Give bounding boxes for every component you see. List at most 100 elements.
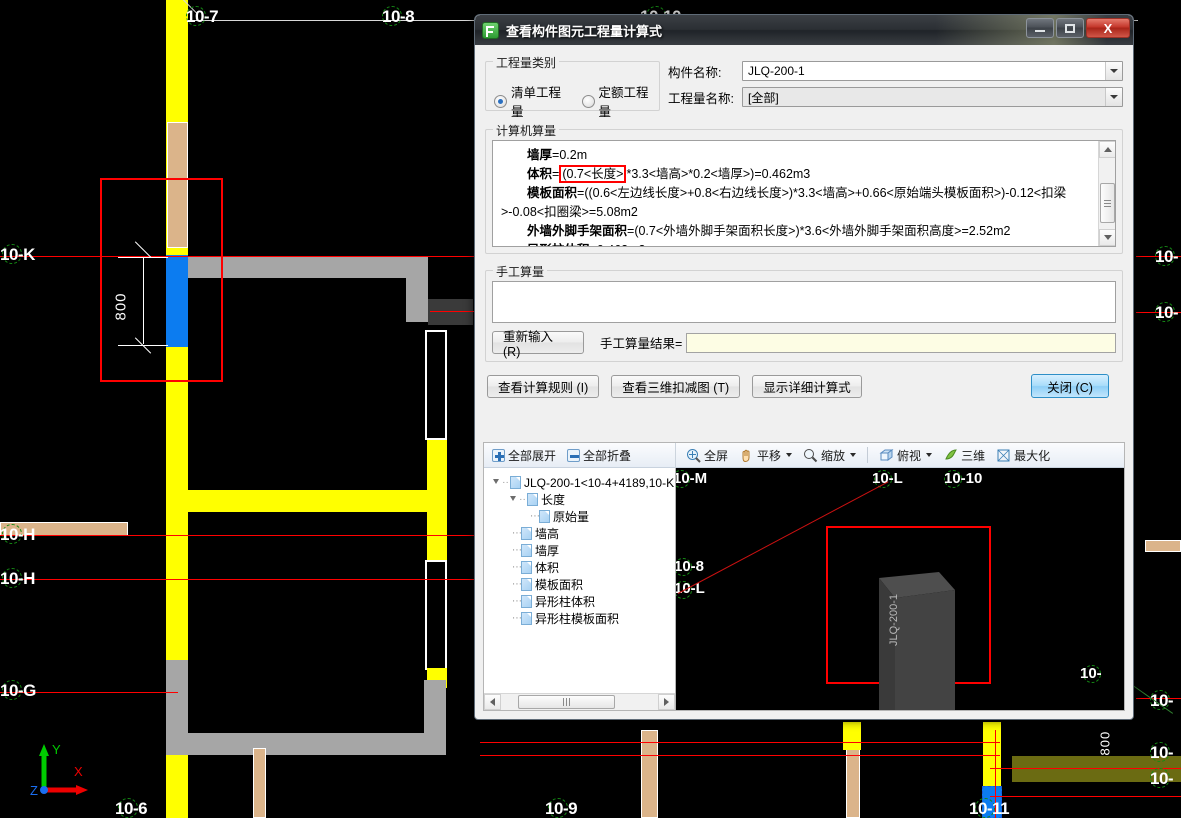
wall-segment (424, 680, 446, 755)
radio-indicator-quota[interactable] (581, 94, 595, 108)
component-name-value: JLQ-200-1 (748, 64, 805, 78)
manual-calculation-group: 手工算量 重新输入 (R) 手工算量结果= (485, 263, 1123, 362)
screen: 800 10-7 10-8 10-10 10-K 10-H 10-H 10-G … (0, 0, 1181, 818)
axis-label: 10-11 (969, 799, 1010, 818)
show-detail-formula-button[interactable]: 显示详细计算式 (752, 374, 862, 398)
tree-node-special-column-formwork[interactable]: ⋯ 异形柱模板面积 (490, 610, 675, 627)
wall-segment (166, 755, 188, 818)
reinput-button[interactable]: 重新输入 (R) (492, 330, 584, 359)
three-d-button[interactable]: 三维 (940, 446, 988, 465)
fullscreen-label: 全屏 (704, 448, 729, 463)
tree-node-label: 异形柱体积 (535, 595, 596, 609)
model-component-label: JLQ-200-1 (888, 594, 900, 646)
scroll-down-icon[interactable] (1099, 229, 1115, 246)
opening-segment (846, 738, 860, 818)
top-view-label: 俯视 (897, 448, 922, 463)
tree-node-label: 长度 (541, 493, 566, 507)
scrollbar-track[interactable] (501, 694, 658, 710)
tree-node-volume[interactable]: ⋯ 体积 (490, 559, 675, 576)
tree-node-original[interactable]: ⋯ 原始量 (490, 508, 675, 525)
formula-line-name: 体积 (527, 167, 553, 181)
dimension-text: 800 (1097, 730, 1113, 756)
tree-node-wall-thickness[interactable]: ⋯ 墙厚 (490, 542, 675, 559)
quantity-formula-dialog: 查看构件图元工程量计算式 X 工程量类别 清单工程量 定额工程量 构件名称: J… (474, 14, 1134, 720)
top-view-cube-icon (879, 448, 894, 463)
chevron-down-icon[interactable] (1105, 88, 1122, 106)
tree-node-special-column-volume[interactable]: ⋯ 异形柱体积 (490, 593, 675, 610)
chevron-down-icon[interactable] (1105, 62, 1122, 80)
formula-line-name: 墙厚 (527, 148, 553, 162)
expand-toggle-icon[interactable] (507, 494, 518, 505)
chevron-down-icon[interactable] (786, 453, 793, 457)
scroll-up-icon[interactable] (1099, 141, 1115, 158)
manual-result-input[interactable] (686, 332, 1116, 353)
formula-line-tail: *3.3<墙高>*0.2<墙厚>)=0.462m3 (626, 167, 811, 181)
minimize-button[interactable] (1026, 18, 1054, 38)
preview-panel: 全部展开 全部折叠 全屏 平移 缩放 俯视 三维 最大化 ·· JLQ-200-… (483, 442, 1125, 711)
scrollbar-thumb[interactable] (1100, 183, 1115, 223)
top-view-button[interactable]: 俯视 (876, 446, 935, 465)
manual-calc-row: 重新输入 (R) 手工算量结果= (492, 330, 1116, 359)
view-3d-deduction-button[interactable]: 查看三维扣减图 (T) (611, 374, 741, 398)
wall-segment (843, 722, 861, 750)
axis-line (0, 256, 478, 257)
tree-node-label: 异形柱模板面积 (535, 612, 620, 626)
axis-line (0, 579, 478, 580)
axis-label: 10-H (0, 569, 35, 588)
expand-all-button[interactable]: 全部展开 (489, 446, 559, 465)
radio-indicator-bill[interactable] (494, 94, 507, 108)
tree-node-label: 墙高 (535, 527, 560, 541)
radio-label-bill: 清单工程量 (511, 86, 562, 119)
formula-line-name: 模板面积 (527, 186, 578, 200)
component-name-combo[interactable]: JLQ-200-1 (742, 61, 1123, 81)
quantity-name-field-row: 工程量名称: [全部] (668, 87, 1123, 107)
scroll-right-icon[interactable] (658, 694, 675, 710)
three-d-view[interactable]: 10-M 10-L 10-10 10-8 10-L 10- JLQ-200-1 (676, 468, 1124, 710)
collapse-all-button[interactable]: 全部折叠 (564, 446, 634, 465)
plus-icon (492, 448, 505, 462)
zoom-button[interactable]: 缩放 (800, 446, 859, 465)
maximize-button[interactable] (1056, 18, 1084, 38)
formula-line: 外墙外脚手架面积=(0.7<外墙外脚手架面积长度>)*3.6<外墙外脚手架面积高… (501, 222, 1095, 241)
close-button[interactable]: X (1086, 18, 1130, 38)
view-axis-label: 10-8 (676, 558, 705, 575)
scrollbar-thumb[interactable] (518, 695, 615, 709)
tree-node-formwork-area[interactable]: ⋯ 模板面积 (490, 576, 675, 593)
file-icon (521, 595, 532, 608)
chevron-down-icon[interactable] (850, 453, 857, 457)
svg-text:Y: Y (52, 742, 61, 757)
opening-segment (641, 730, 658, 818)
pan-button[interactable]: 平移 (736, 446, 795, 465)
dialog-title: 查看构件图元工程量计算式 (506, 23, 663, 39)
formula-line-highlighted: 体积= (0.7<长度> *3.3<墙高>*0.2<墙厚>)=0.462m3 (501, 165, 1095, 184)
dialog-title-bar[interactable]: 查看构件图元工程量计算式 X (475, 15, 1133, 45)
manual-calc-textarea[interactable] (492, 281, 1116, 323)
formula-line-value: =((0.6<左边线长度>+0.8<右边线长度>)*3.3<墙高>+0.66<原… (501, 186, 1067, 219)
wall-segment (425, 330, 447, 440)
expand-toggle-icon[interactable] (490, 477, 501, 488)
axis-line (480, 742, 1000, 743)
axis-label: 10-H (0, 525, 35, 544)
close-dialog-button[interactable]: 关闭 (C) (1031, 374, 1109, 398)
tree-node-root[interactable]: ·· JLQ-200-1<10-4+4189,10-K (490, 474, 675, 491)
quantity-tree-pane[interactable]: ·· JLQ-200-1<10-4+4189,10-K ·· 长度 ⋯ 原始量 … (484, 468, 676, 710)
chevron-down-icon[interactable] (926, 453, 933, 457)
fullscreen-icon (686, 448, 701, 463)
tree-node-length[interactable]: ·· 长度 (490, 491, 675, 508)
quantity-category-legend: 工程量类别 (493, 54, 560, 71)
tree-node-wall-height[interactable]: ⋯ 墙高 (490, 525, 675, 542)
tree-horizontal-scrollbar[interactable] (484, 693, 675, 710)
axis-label: 10- (1155, 303, 1179, 322)
formula-textbox[interactable]: 墙厚=0.2m 体积= (0.7<长度> *3.3<墙高>*0.2<墙厚>)=0.4… (492, 140, 1116, 247)
quantity-name-combo[interactable]: [全部] (742, 87, 1123, 107)
radio-option-quota[interactable]: 定额工程量 (581, 82, 660, 120)
fullscreen-button[interactable]: 全屏 (683, 446, 731, 465)
file-icon (539, 510, 550, 523)
scroll-left-icon[interactable] (484, 694, 501, 710)
formula-vertical-scrollbar[interactable] (1098, 141, 1115, 246)
radio-option-bill[interactable]: 清单工程量 (494, 82, 572, 120)
svg-text:Z: Z (30, 783, 38, 798)
view-rules-button[interactable]: 查看计算规则 (I) (487, 374, 600, 398)
maximize-view-button[interactable]: 最大化 (993, 446, 1053, 465)
axis-line (0, 535, 478, 536)
